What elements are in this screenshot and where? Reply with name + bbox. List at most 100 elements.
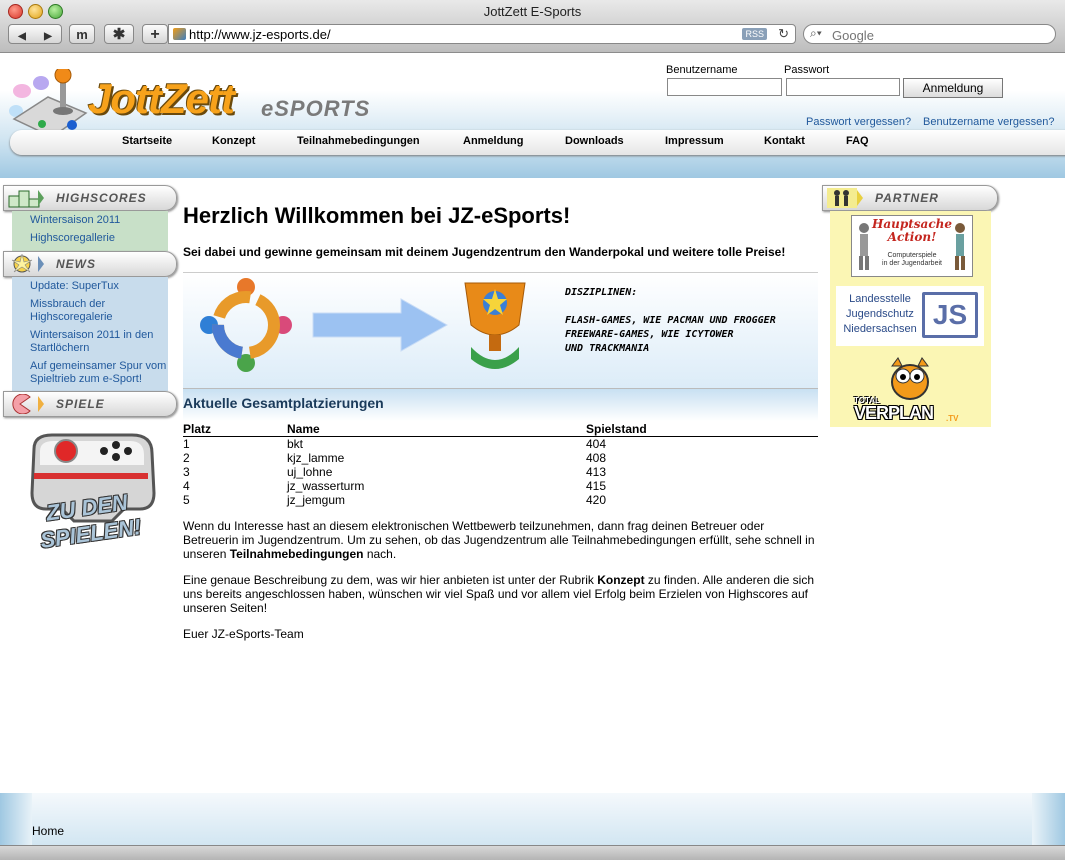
back-icon[interactable]: ◀ (9, 27, 35, 47)
col-platz: Platz (183, 422, 287, 437)
highscores-link-gallery[interactable]: Highscoregallerie (30, 232, 168, 245)
page-title: Herzlich Willkommen bei JZ-eSports! (183, 203, 571, 228)
highscores-link-winter[interactable]: Wintersaison 2011 (30, 214, 168, 227)
table-row: 2 kjz_lamme 408 (183, 451, 818, 465)
partner-header: PARTNER (822, 185, 998, 211)
col-name: Name (287, 422, 586, 437)
news-link-missbrauch[interactable]: Missbrauch der Highscoregalerie (30, 298, 168, 324)
password-input[interactable] (786, 78, 900, 96)
score-cell: 420 (586, 493, 607, 507)
nav-faq[interactable]: FAQ (846, 135, 869, 147)
news-link-spur[interactable]: Auf gemeinsamer Spur vom Spieltrieb zum … (30, 360, 168, 386)
bookmark-m-button[interactable]: m (69, 24, 95, 44)
hauptsache-line-2: Action! (887, 230, 937, 244)
password-label: Passwort (784, 64, 830, 76)
nav-anmeldung[interactable]: Anmeldung (463, 135, 524, 147)
nav-konzept[interactable]: Konzept (212, 135, 255, 147)
teilnahmebedingungen-link[interactable]: Teilnahmebedingungen (230, 547, 364, 561)
podium-icon (8, 190, 44, 208)
lj-logo: JS (922, 292, 978, 338)
highscores-header: HIGHSCORES (3, 185, 177, 211)
figure-left-icon (859, 223, 869, 270)
name-cell: kjz_lamme (287, 451, 345, 465)
login-button[interactable]: Anmeldung (903, 78, 1003, 98)
partner-hauptsache-action[interactable]: Hauptsache Action! Computerspiele in der… (851, 215, 973, 277)
username-label: Benutzername (666, 64, 738, 76)
name-cell: bkt (287, 437, 304, 451)
add-bookmark-button[interactable]: + (142, 24, 168, 44)
table-row: 3 uj_lohne 413 (183, 465, 818, 479)
name-cell: jz_jemgum (287, 493, 346, 507)
owl-mascot-icon (891, 357, 929, 400)
site-favicon-icon (173, 28, 186, 40)
rank-cell: 1 (183, 437, 190, 451)
score-cell: 415 (586, 479, 607, 493)
verplan-main: VERPLAN (854, 403, 934, 423)
news-box: Update: SuperTux Missbrauch der Highscor… (12, 277, 168, 391)
nav-impressum[interactable]: Impressum (665, 135, 724, 147)
browser-status-bar (0, 845, 1065, 860)
forgot-password-link[interactable]: Passwort vergessen? (806, 116, 911, 128)
partner-title: PARTNER (875, 191, 939, 205)
rank-cell: 5 (183, 493, 190, 507)
disciplines-line-2: FREEWARE-GAMES, WIE ICYTOWER (565, 329, 734, 340)
news-title: NEWS (56, 257, 96, 271)
lj-line-1: Landesstelle (849, 293, 911, 305)
highscores-box: Wintersaison 2011 Highscoregallerie (12, 211, 168, 251)
community-icon (200, 278, 292, 372)
partner-landesstelle-jugendschutz[interactable]: Landesstelle Jugendschutz Niedersachsen … (836, 286, 984, 346)
score-cell: 413 (586, 465, 607, 479)
disciplines-banner: DISZIPLINEN: FLASH-GAMES, WIE PACMAN UND… (183, 272, 818, 388)
minimize-window-button[interactable] (28, 4, 43, 19)
search-icon[interactable]: ⌕▾ (810, 26, 822, 41)
arrow-icon (312, 298, 449, 352)
partner-totalverplan[interactable]: TOTAL VERPLAN .TV (850, 356, 970, 426)
nav-startseite[interactable]: Startseite (122, 135, 172, 147)
zoom-window-button[interactable] (48, 4, 63, 19)
games-link-image[interactable]: ZU DEN SPIELEN! (24, 429, 160, 557)
main-navigation: Startseite Konzept Teilnahmebedingungen … (10, 130, 1065, 155)
figure-right-icon (955, 223, 965, 270)
search-input[interactable] (830, 25, 1054, 45)
back-forward-buttons: ◀ ▶ (8, 24, 62, 44)
forward-icon[interactable]: ▶ (35, 27, 61, 47)
close-window-button[interactable] (8, 4, 23, 19)
news-link-supertux[interactable]: Update: SuperTux (30, 280, 168, 293)
nav-teilnahmebedingungen[interactable]: Teilnahmebedingungen (297, 135, 420, 147)
news-link-wintersaison[interactable]: Wintersaison 2011 in den Startlöchern (30, 329, 168, 355)
username-input[interactable] (667, 78, 782, 96)
intro-paragraph-1: Wenn du Interesse hast an diesem elektro… (183, 519, 818, 561)
para1-text-b: nach. (363, 547, 397, 561)
ranking-header: Aktuelle Gesamtplatzierungen (183, 388, 818, 421)
page-subtitle: Sei dabei und gewinne gemeinsam mit dein… (183, 245, 786, 259)
table-row: 4 jz_wasserturm 415 (183, 479, 818, 493)
para2-text-a: Eine genaue Beschreibung zu dem, was wir… (183, 573, 598, 587)
news-header: NEWS (3, 251, 177, 277)
table-row: 1 bkt 404 (183, 437, 818, 451)
ranking-header-row: Platz Name Spielstand (183, 422, 818, 437)
site-footer: Home (0, 793, 1065, 845)
footer-home-link[interactable]: Home (32, 824, 64, 838)
disciplines-title: DISZIPLINEN: (565, 287, 638, 298)
url-input[interactable] (189, 25, 709, 43)
col-spielstand: Spielstand (586, 422, 818, 437)
konzept-link[interactable]: Konzept (597, 573, 644, 587)
score-cell: 404 (586, 437, 607, 451)
logo-sub-text: eSPORTS (261, 96, 371, 121)
nav-downloads[interactable]: Downloads (565, 135, 624, 147)
forgot-username-link[interactable]: Benutzername vergessen? (923, 116, 1054, 128)
partner-box: Hauptsache Action! Computerspiele in der… (830, 211, 991, 427)
disciplines-line-1: FLASH-GAMES, WIE PACMAN UND FROGGER (565, 315, 776, 326)
reload-icon[interactable]: ↻ (778, 25, 789, 43)
footer-inner (32, 793, 1032, 845)
signature: Euer JZ-eSports-Team (183, 627, 304, 641)
lj-line-2: Jugendschutz (846, 308, 914, 320)
people-icon (827, 188, 863, 208)
lj-line-3: Niedersachsen (843, 323, 917, 335)
extension-star-button[interactable]: ✱ (104, 24, 134, 44)
name-cell: uj_lohne (287, 465, 333, 479)
nav-kontakt[interactable]: Kontakt (764, 135, 805, 147)
joystick-logo-icon (9, 69, 88, 138)
rss-button[interactable]: RSS (742, 28, 767, 40)
ranking-table: Platz Name Spielstand 1 bkt 404 2 kjz_lamme… (183, 422, 818, 507)
